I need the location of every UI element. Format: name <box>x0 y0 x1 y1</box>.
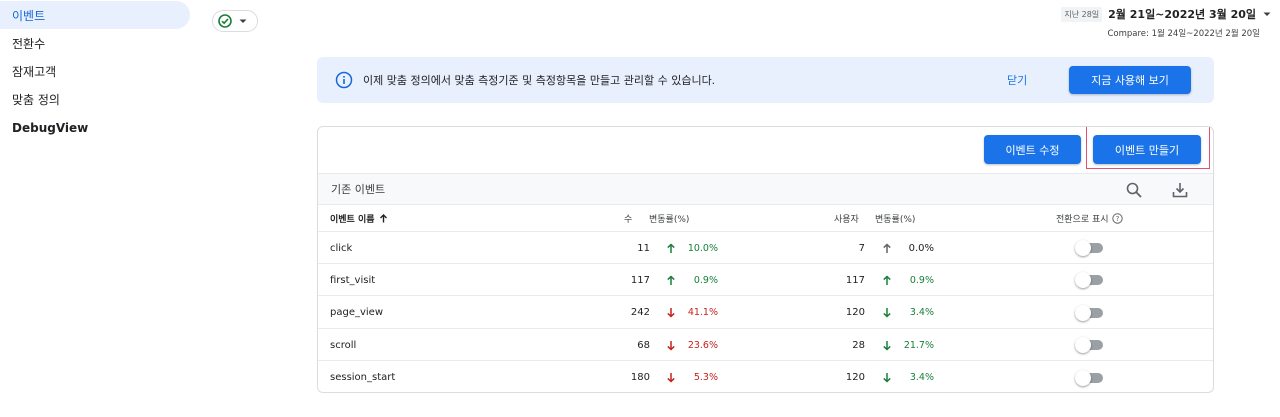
date-range-text: 2월 21일~2022년 3월 20일 <box>1108 8 1256 21</box>
column-header-conversion: 전환으로 표시 ? <box>1056 205 1123 231</box>
users-cell: 120 <box>845 372 865 384</box>
users-change-cell: 21.7% <box>903 339 934 351</box>
table-header: 이벤트 이름 수 변동률(%) 사용자 변동률(%) 전환으로 표시 ? <box>318 205 1213 232</box>
count-cell: 68 <box>637 339 650 351</box>
sidebar-item-conversions[interactable]: 전환수 <box>0 29 190 57</box>
dropdown-arrow-icon <box>239 19 247 23</box>
count-change-cell: 0.9% <box>693 274 718 286</box>
count-change-arrow <box>666 232 676 264</box>
column-header-count-change[interactable]: 변동률(%) <box>649 205 689 231</box>
count-cell: 180 <box>630 372 650 384</box>
arrow-down-icon <box>883 373 891 383</box>
arrow-down-icon <box>667 373 675 383</box>
toggle-thumb <box>1075 240 1091 256</box>
banner-message: 이제 맞춤 정의에서 맞춤 측정기준 및 측정항목을 만들고 관리할 수 있습니… <box>363 74 716 87</box>
count-change-cell: 41.1% <box>687 307 718 319</box>
count-cell: 11 <box>637 242 650 254</box>
try-now-button[interactable]: 지금 사용해 보기 <box>1069 66 1191 94</box>
info-banner: 이제 맞춤 정의에서 맞춤 측정기준 및 측정항목을 만들고 관리할 수 있습니… <box>317 57 1214 103</box>
svg-text:?: ? <box>1115 215 1119 223</box>
sidebar: 이벤트 전환수 잠재고객 맞춤 정의 DebugView <box>0 0 200 417</box>
mark-as-conversion-toggle[interactable] <box>1075 337 1105 354</box>
arrow-up-icon <box>667 242 675 253</box>
sidebar-item-events[interactable]: 이벤트 <box>0 1 190 29</box>
toggle-thumb <box>1075 304 1091 321</box>
table-row[interactable]: scroll 68 23.6% 28 21.7% <box>318 329 1213 362</box>
users-cell: 7 <box>858 242 865 254</box>
check-circle-icon <box>218 14 232 28</box>
toggle-thumb <box>1075 337 1091 354</box>
toggle-thumb <box>1075 369 1091 386</box>
mark-as-conversion-toggle[interactable] <box>1075 304 1105 321</box>
mark-as-conversion-toggle[interactable] <box>1075 369 1105 386</box>
count-change-cell: 10.0% <box>687 242 718 254</box>
users-change-cell: 0.9% <box>909 274 934 286</box>
banner-close-button[interactable]: 닫기 <box>1007 57 1027 103</box>
count-cell: 117 <box>630 274 650 286</box>
count-change-arrow <box>666 362 676 392</box>
users-change-cell: 3.4% <box>909 307 934 319</box>
dropdown-arrow-icon <box>1263 12 1271 16</box>
mark-as-conversion-toggle[interactable] <box>1075 272 1105 289</box>
arrow-down-icon <box>883 340 891 351</box>
table-row[interactable]: page_view 242 41.1% 120 3.4% <box>318 297 1213 329</box>
column-header-users-change[interactable]: 변동률(%) <box>875 205 915 231</box>
event-name-cell[interactable]: click <box>330 232 352 264</box>
count-change-arrow <box>666 329 676 361</box>
column-header-users[interactable]: 사용자 <box>834 205 859 231</box>
arrow-down-icon <box>667 308 675 318</box>
arrow-up-icon <box>883 275 891 285</box>
users-change-cell: 3.4% <box>909 372 934 384</box>
users-change-cell: 0.0% <box>908 242 934 254</box>
users-change-arrow <box>882 264 892 296</box>
help-icon[interactable]: ? <box>1111 212 1123 224</box>
event-name-cell[interactable]: scroll <box>330 329 356 361</box>
arrow-down-icon <box>667 340 675 351</box>
compare-range-text: Compare: 1월 24일~2022년 2월 20일 <box>1107 29 1260 39</box>
count-change-arrow <box>666 264 676 296</box>
sidebar-item-audiences[interactable]: 잠재고객 <box>0 57 190 85</box>
users-cell: 28 <box>852 339 865 351</box>
table-title: 기존 이벤트 <box>331 183 386 196</box>
arrow-down-icon <box>883 308 891 318</box>
count-change-cell: 5.3% <box>693 372 718 384</box>
count-change-cell: 23.6% <box>687 339 718 351</box>
table-row[interactable]: session_start 180 5.3% 120 3.4% <box>318 362 1213 392</box>
users-cell: 117 <box>845 274 865 286</box>
toggle-thumb <box>1075 272 1091 289</box>
edit-event-button[interactable]: 이벤트 수정 <box>984 135 1081 164</box>
users-change-arrow <box>882 362 892 392</box>
column-header-event-name[interactable]: 이벤트 이름 <box>330 205 388 231</box>
sort-arrow-up-icon <box>379 213 387 222</box>
count-cell: 242 <box>630 307 650 319</box>
count-change-arrow <box>666 297 676 329</box>
users-change-arrow <box>882 297 892 329</box>
sidebar-item-debugview[interactable]: DebugView <box>0 114 190 142</box>
users-change-arrow <box>882 329 892 361</box>
users-cell: 120 <box>845 307 865 319</box>
event-name-cell[interactable]: session_start <box>330 362 395 392</box>
column-header-count[interactable]: 수 <box>624 205 632 231</box>
events-card: 이벤트 수정 이벤트 만들기 기존 이벤트 이벤트 이름 수 변동률(%) 사용… <box>317 126 1214 393</box>
event-name-cell[interactable]: page_view <box>330 297 383 329</box>
table-row[interactable]: first_visit 117 0.9% 117 0.9% <box>318 264 1213 297</box>
status-dropdown[interactable] <box>212 10 258 32</box>
table-row[interactable]: click 11 10.0% 7 0.0% <box>318 232 1213 264</box>
search-icon[interactable] <box>1125 181 1143 199</box>
date-range-selector[interactable]: 지난 28일 2월 21일~2022년 3월 20일 Compare: 1월 2… <box>1061 6 1272 39</box>
sidebar-item-custom-definitions[interactable]: 맞춤 정의 <box>0 85 190 113</box>
info-icon <box>335 71 353 89</box>
table-toolbar: 기존 이벤트 <box>318 173 1213 205</box>
arrow-up-icon <box>883 242 891 253</box>
download-icon[interactable] <box>1171 181 1189 199</box>
event-name-cell[interactable]: first_visit <box>330 264 375 296</box>
create-event-button[interactable]: 이벤트 만들기 <box>1093 135 1201 164</box>
arrow-up-icon <box>667 275 675 285</box>
date-period-label: 지난 28일 <box>1061 6 1103 22</box>
mark-as-conversion-toggle[interactable] <box>1075 240 1105 256</box>
users-change-arrow <box>882 232 892 264</box>
